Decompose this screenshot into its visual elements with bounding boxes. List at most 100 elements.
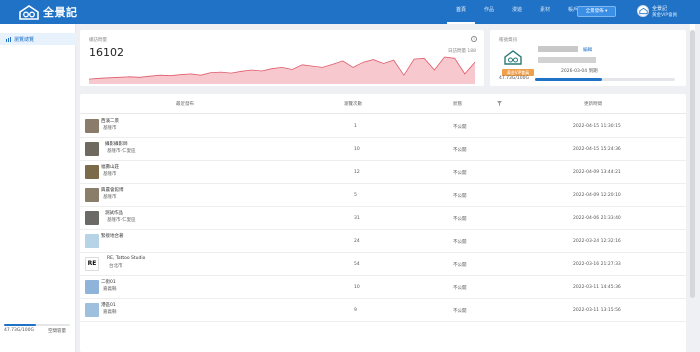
account-storage-fill [535,78,602,81]
storage-label: 空間容量 [48,329,66,334]
updated-time: 2022-03-11 14:45:36 [573,285,621,290]
thumbnail-image[interactable] [85,188,99,202]
view-count: 54 [354,262,360,267]
sparkline-area [89,57,475,84]
view-count: 10 [354,285,360,290]
info-circle-icon[interactable]: i [471,36,477,42]
thumbnail-image[interactable] [85,303,99,317]
account-expire: 2026-03-04 到期 [561,69,598,74]
top-header: 全景記 首頁 作品 漫遊 素材 帳戶 全景發佈 ▾ 全景記 黃金VIP會員 [0,0,700,24]
status-text: 不公開 [453,217,467,222]
view-count: 12 [354,170,360,175]
view-count: 5 [354,193,357,198]
nav-assets[interactable]: 素材 [531,0,559,24]
nav-home[interactable]: 首頁 [447,0,475,24]
thumbnail-image[interactable]: RE [85,257,99,271]
work-name[interactable]: 測試作品 [105,210,123,216]
chart-icon [6,36,11,42]
status-text: 不公開 [453,309,467,314]
account-storage-text: 47.73G/100G [499,76,529,81]
work-name[interactable]: 西濱二景 [101,118,119,124]
updated-time: 2022-04-06 21:33:40 [573,216,621,221]
updated-time: 2022-03-24 12:32:16 [573,239,621,244]
thumbnail-image[interactable] [85,234,99,248]
user-tier: 黃金VIP會員 [652,13,678,18]
table-row[interactable]: 緊接地合著 24 不公開 2022-03-24 12:32:16 [80,230,686,253]
status-text: 不公開 [453,194,467,199]
thumbnail-image[interactable] [85,119,99,133]
thumbnail-image[interactable] [85,165,99,179]
view-count: 9 [354,308,357,313]
table-row[interactable]: 二街01 嘉義縣 10 不公開 2022-03-11 14:45:36 [80,276,686,299]
work-name[interactable]: 興農會館博 [101,187,124,193]
status-text: 不公開 [453,125,467,130]
stats-label: 總訪問量 [89,38,107,43]
nav-tour[interactable]: 漫遊 [503,0,531,24]
table-row[interactable]: 港區01 嘉義縣 9 不公開 2022-03-11 13:15:56 [80,299,686,322]
work-name[interactable]: 緊接地合著 [101,233,124,239]
edit-link[interactable]: 編輯 [583,47,592,53]
blurred-account-name [538,46,578,52]
work-location: 基隆市-仁愛區 [107,149,136,154]
col-recent: 最近發布 [176,102,194,107]
visits-sparkline [89,56,475,84]
status-text: 不公開 [453,286,467,291]
updated-time: 2022-03-11 13:15:56 [573,308,621,313]
table-row[interactable]: 福壽山莊 基隆市 12 不公開 2022-04-09 13:44:21 [80,161,686,184]
work-location: 基隆市-仁愛區 [107,218,136,223]
work-location: 嘉義縣 [103,287,117,292]
user-name[interactable]: 全景記 [652,5,667,12]
col-views[interactable]: 瀏覽次數 [344,101,362,107]
status-text: 不公開 [453,263,467,268]
updated-time: 2022-04-09 12:20:10 [573,193,621,198]
account-label: 帳號資訊 [499,38,517,43]
table-row[interactable]: 攝影攝影師 基隆市-仁愛區 10 不公開 2022-04-15 15:24:36 [80,138,686,161]
work-name[interactable]: RE, Tattoo Studio [107,256,145,261]
storage-text: 47.73G/100G [4,328,34,333]
house-logo-icon [638,7,648,15]
table-row[interactable]: RE RE, Tattoo Studio 台北市 54 不公開 2022-03-16 21… [80,253,686,276]
table-row[interactable]: 興農會館博 基隆市 5 不公開 2022-04-09 12:20:10 [80,184,686,207]
updated-time: 2022-04-15 11:30:15 [573,124,621,129]
thumbnail-image[interactable] [85,211,99,225]
work-location: 台北市 [109,264,123,269]
sidebar-item-overview[interactable]: 瀏覽總覽 [0,33,76,45]
filter-icon[interactable] [497,101,502,106]
updated-time: 2022-03-16 21:27:33 [573,262,621,267]
publish-button[interactable]: 全景發佈 ▾ [577,6,616,17]
account-storage-progress [535,78,675,81]
work-name[interactable]: 港區01 [101,302,116,308]
storage-progress [4,324,70,326]
thumbnail-image[interactable] [85,280,99,294]
table-header: 最近發布 瀏覽次數 狀態 更新時間 [80,94,686,114]
house-logo-icon [504,50,522,65]
stats-card: 總訪問量 16102 i 日訪問量 188 [80,30,484,86]
logo[interactable]: 全景記 [18,4,78,20]
sidebar-item-label: 瀏覽總覽 [14,36,35,43]
avatar[interactable] [637,5,649,17]
table-row[interactable]: 測試作品基隆市-仁愛區 31 不公開 2022-04-06 21:33:40 [80,207,686,230]
view-count: 10 [354,147,360,152]
work-name[interactable]: 福壽山莊 [101,164,119,170]
vip-badge: 黃金VIP會員 [502,69,534,76]
sidebar: 瀏覽總覽 47.73G/100G 空間容量 [0,24,76,352]
work-name[interactable]: 攝影攝影師 [105,141,128,147]
work-name[interactable]: 二街01 [101,279,116,285]
scrollbar-thumb[interactable] [690,30,695,298]
work-location: 嘉義縣 [103,310,117,315]
recent-works-table: 最近發布 瀏覽次數 狀態 更新時間 西濱二景 基隆市 1 不公開 2022-04-15 … [80,94,686,352]
nav-works[interactable]: 作品 [475,0,503,24]
account-card: 帳號資訊 黃金VIP會員 編輯 2026-03-04 到期 47.73G/100… [490,30,686,86]
status-text: 不公開 [453,148,467,153]
main-nav: 首頁 作品 漫遊 素材 帳戶 [447,0,587,24]
thumbnail-image[interactable] [85,142,99,156]
logo-text: 全景記 [43,6,78,19]
col-updated[interactable]: 更新時間 [584,101,602,107]
work-location: 基隆市 [103,126,117,131]
table-row[interactable]: 西濱二景 基隆市 1 不公開 2022-04-15 11:30:15 [80,115,686,138]
status-text: 不公開 [453,171,467,176]
work-location: 基隆市 [103,172,117,177]
storage-progress-fill [4,324,36,326]
view-count: 31 [354,216,360,221]
house-logo-icon [19,4,39,20]
